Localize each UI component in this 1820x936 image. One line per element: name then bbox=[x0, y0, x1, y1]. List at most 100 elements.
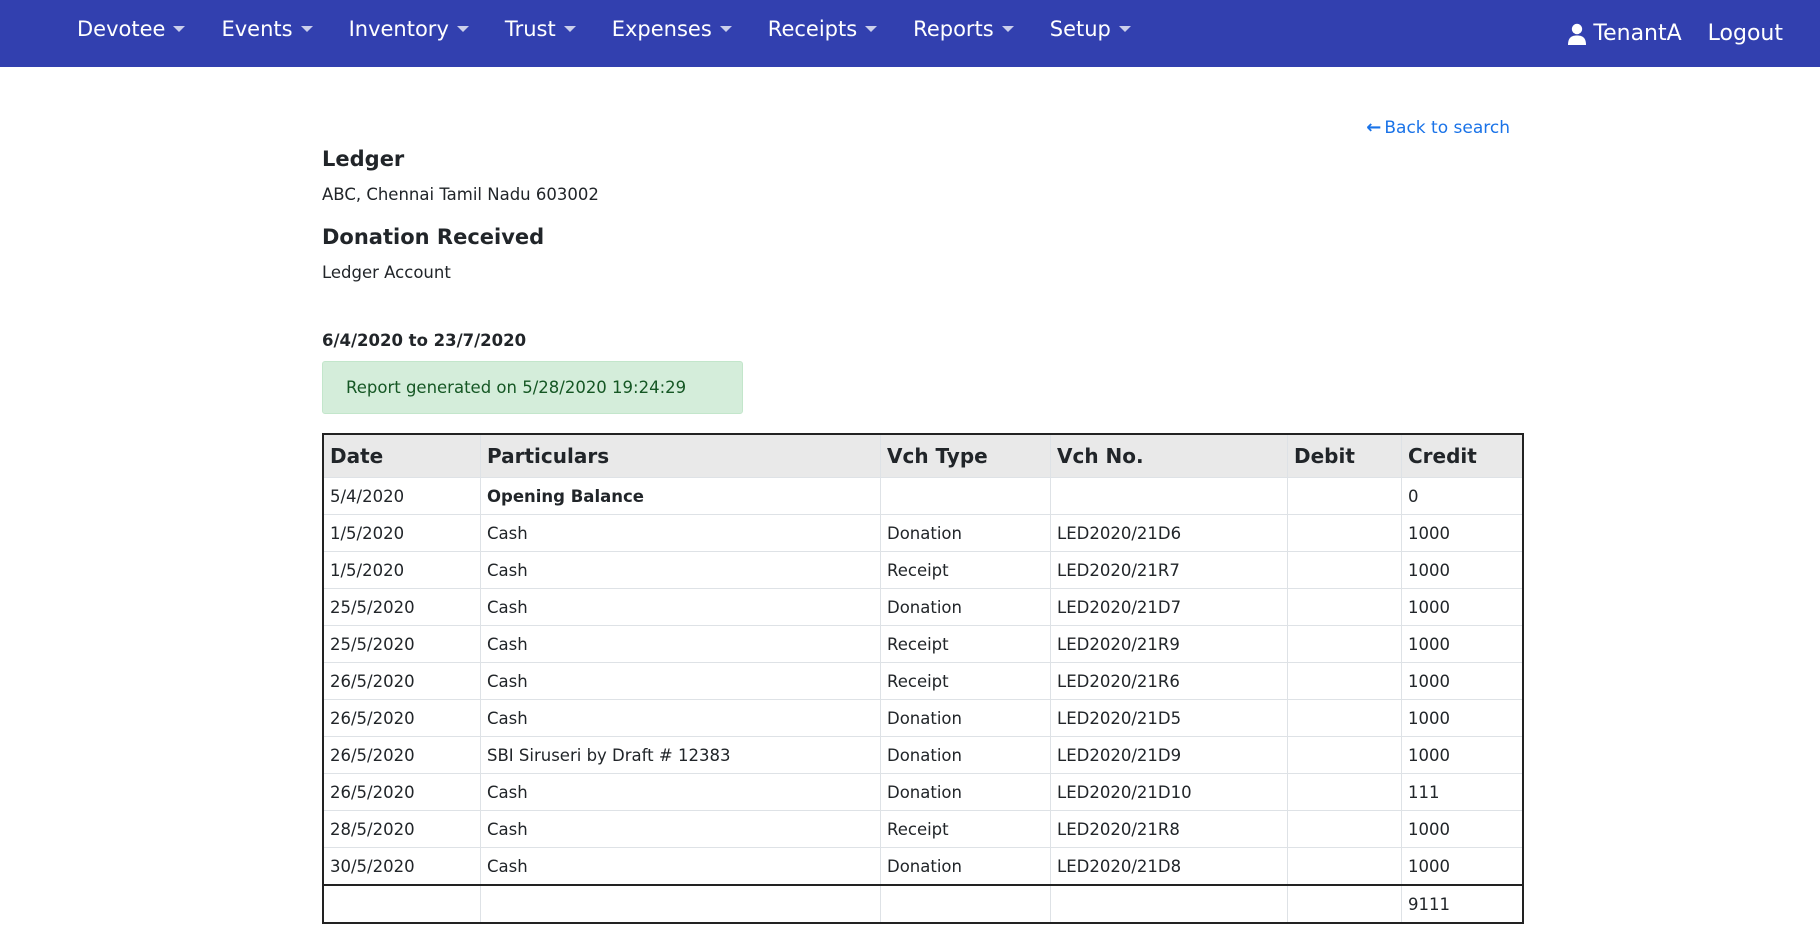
table-row: 30/5/2020 Cash Donation LED2020/21D8 100… bbox=[323, 847, 1523, 886]
menu-reports[interactable]: Reports bbox=[895, 0, 1032, 57]
menu-inventory[interactable]: Inventory bbox=[331, 0, 487, 57]
menu-receipts[interactable]: Receipts bbox=[750, 0, 895, 57]
date-range: 6/4/2020 to 23/7/2020 bbox=[322, 331, 527, 350]
cell-debit bbox=[1287, 699, 1402, 737]
table-row: 5/4/2020 Opening Balance 0 bbox=[323, 477, 1523, 515]
page-title: Ledger bbox=[322, 147, 405, 171]
header-vch-no: Vch No. bbox=[1050, 434, 1288, 478]
menu-label: Inventory bbox=[348, 16, 449, 41]
caret-down-icon bbox=[1001, 25, 1014, 32]
menu-label: Reports bbox=[913, 16, 994, 41]
caret-down-icon bbox=[719, 25, 732, 32]
cell-vch-no: LED2020/21R7 bbox=[1050, 551, 1288, 589]
table-row: 1/5/2020 Cash Receipt LED2020/21R7 1000 bbox=[323, 551, 1523, 589]
menu-trust[interactable]: Trust bbox=[487, 0, 594, 57]
cell-vch-type: Donation bbox=[880, 699, 1051, 737]
cell-vch-type: Receipt bbox=[880, 625, 1051, 663]
cell-vch-type: Donation bbox=[880, 588, 1051, 626]
cell-particulars: Cash bbox=[480, 625, 881, 663]
cell-credit: 111 bbox=[1401, 773, 1523, 811]
cell-credit: 1000 bbox=[1401, 625, 1523, 663]
caret-down-icon bbox=[865, 25, 878, 32]
cell-credit-total: 9111 bbox=[1401, 884, 1523, 924]
cell-debit bbox=[1287, 514, 1402, 552]
cell-vch-type: Donation bbox=[880, 514, 1051, 552]
cell-vch-type: Receipt bbox=[880, 551, 1051, 589]
report-subtitle: Ledger Account bbox=[322, 263, 451, 282]
cell-particulars: Cash bbox=[480, 551, 881, 589]
cell-debit bbox=[1287, 588, 1402, 626]
cell-vch-type bbox=[880, 884, 1051, 924]
cell-date bbox=[323, 884, 481, 924]
cell-particulars: Opening Balance bbox=[480, 477, 881, 515]
cell-particulars: SBI Siruseri by Draft # 12383 bbox=[480, 736, 881, 774]
account-name: Donation Received bbox=[322, 225, 545, 249]
cell-credit: 1000 bbox=[1401, 514, 1523, 552]
cell-date: 30/5/2020 bbox=[323, 847, 481, 886]
menu-label: Events bbox=[221, 16, 293, 41]
cell-date: 25/5/2020 bbox=[323, 625, 481, 663]
caret-down-icon bbox=[456, 25, 469, 32]
menu-expenses[interactable]: Expenses bbox=[594, 0, 750, 57]
table-row: 1/5/2020 Cash Donation LED2020/21D6 1000 bbox=[323, 514, 1523, 552]
alert-text: Report generated on 5/28/2020 19:24:29 bbox=[346, 378, 687, 397]
cell-date: 26/5/2020 bbox=[323, 773, 481, 811]
cell-vch-no: LED2020/21D9 bbox=[1050, 736, 1288, 774]
arrow-left-icon: ← bbox=[1366, 117, 1382, 138]
cell-date: 28/5/2020 bbox=[323, 810, 481, 848]
cell-debit bbox=[1287, 773, 1402, 811]
menu-events[interactable]: Events bbox=[203, 0, 330, 57]
username-label: TenantA bbox=[1593, 21, 1682, 46]
cell-particulars: Cash bbox=[480, 847, 881, 886]
cell-vch-no: LED2020/21R6 bbox=[1050, 662, 1288, 700]
cell-vch-type: Donation bbox=[880, 847, 1051, 886]
table-row: 25/5/2020 Cash Receipt LED2020/21R9 1000 bbox=[323, 625, 1523, 663]
cell-debit bbox=[1287, 810, 1402, 848]
cell-vch-no: LED2020/21D5 bbox=[1050, 699, 1288, 737]
table-row: 28/5/2020 Cash Receipt LED2020/21R8 1000 bbox=[323, 810, 1523, 848]
cell-date: 1/5/2020 bbox=[323, 514, 481, 552]
header-date: Date bbox=[323, 434, 481, 478]
cell-vch-no: LED2020/21D6 bbox=[1050, 514, 1288, 552]
cell-debit bbox=[1287, 551, 1402, 589]
cell-date: 26/5/2020 bbox=[323, 662, 481, 700]
menu-label: Trust bbox=[504, 16, 556, 41]
menu-setup[interactable]: Setup bbox=[1032, 0, 1149, 57]
cell-vch-no bbox=[1050, 884, 1288, 924]
cell-debit bbox=[1287, 662, 1402, 700]
cell-vch-type: Receipt bbox=[880, 810, 1051, 848]
menu-devotee[interactable]: Devotee bbox=[59, 0, 203, 57]
cell-debit bbox=[1287, 884, 1402, 924]
table-header-row: Date Particulars Vch Type Vch No. Debit … bbox=[323, 434, 1523, 478]
cell-credit: 1000 bbox=[1401, 588, 1523, 626]
caret-down-icon bbox=[1118, 25, 1131, 32]
menu-label: Setup bbox=[1049, 16, 1111, 41]
cell-particulars: Cash bbox=[480, 773, 881, 811]
cell-credit: 1000 bbox=[1401, 551, 1523, 589]
report-generated-alert: Report generated on 5/28/2020 19:24:29 bbox=[322, 361, 743, 414]
logout-link[interactable]: Logout bbox=[1695, 5, 1796, 62]
cell-credit: 1000 bbox=[1401, 810, 1523, 848]
back-link-label: Back to search bbox=[1384, 117, 1510, 138]
cell-debit bbox=[1287, 847, 1402, 886]
back-to-search-link[interactable]: ← Back to search bbox=[1366, 117, 1510, 138]
table-row: 26/5/2020 Cash Donation LED2020/21D5 100… bbox=[323, 699, 1523, 737]
total-row: 9111 bbox=[323, 884, 1523, 924]
table-row: 26/5/2020 Cash Receipt LED2020/21R6 1000 bbox=[323, 662, 1523, 700]
table-row: 25/5/2020 Cash Donation LED2020/21D7 100… bbox=[323, 588, 1523, 626]
cell-particulars bbox=[480, 884, 881, 924]
header-credit: Credit bbox=[1401, 434, 1523, 478]
header-debit: Debit bbox=[1287, 434, 1402, 478]
cell-vch-no bbox=[1050, 477, 1288, 515]
cell-particulars: Cash bbox=[480, 514, 881, 552]
organization-address: ABC, Chennai Tamil Nadu 603002 bbox=[322, 185, 599, 204]
cell-debit bbox=[1287, 625, 1402, 663]
cell-vch-no: LED2020/21D8 bbox=[1050, 847, 1288, 886]
user-icon bbox=[1568, 23, 1587, 45]
cell-vch-no: LED2020/21D10 bbox=[1050, 773, 1288, 811]
cell-date: 26/5/2020 bbox=[323, 736, 481, 774]
table-row: 26/5/2020 Cash Donation LED2020/21D10 11… bbox=[323, 773, 1523, 811]
cell-vch-no: LED2020/21R9 bbox=[1050, 625, 1288, 663]
cell-debit bbox=[1287, 736, 1402, 774]
user-profile-link[interactable]: TenantA bbox=[1554, 5, 1694, 62]
